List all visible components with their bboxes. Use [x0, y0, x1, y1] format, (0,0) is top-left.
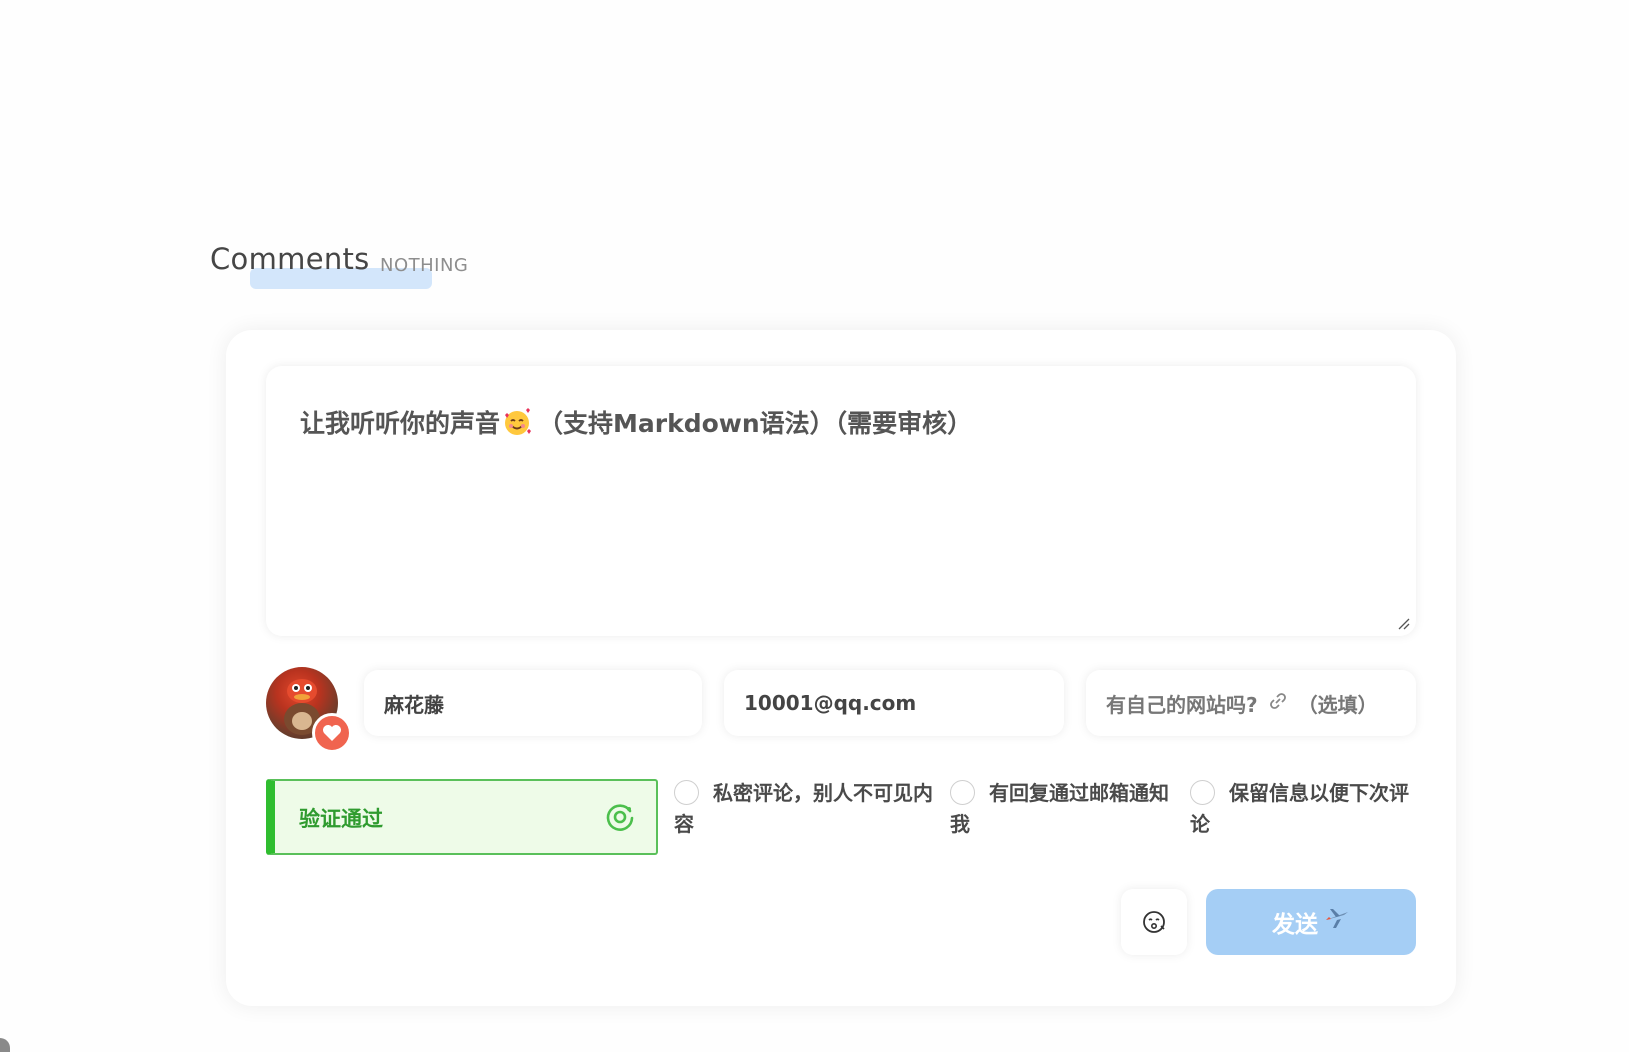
- private-comment-option[interactable]: 私密评论，别人不可见内容: [674, 778, 936, 840]
- heading-subtitle: NOTHING: [380, 255, 469, 276]
- private-comment-label: 私密评论，别人不可见内容: [674, 781, 933, 836]
- smiling-face-with-hearts-icon: [502, 407, 532, 437]
- emoji-button[interactable]: [1121, 889, 1187, 955]
- nickname-value: 麻花藤: [384, 692, 444, 717]
- placeholder-text-before: 让我听听你的声音: [300, 409, 501, 438]
- link-icon: [1268, 691, 1288, 716]
- remember-info-radio[interactable]: [1190, 780, 1215, 805]
- verification-widget[interactable]: 验证通过: [266, 779, 658, 855]
- comment-form-card: 让我听听你的声音 （支持Markdown语法）（需要审核） 麻花藤 10001@…: [226, 330, 1456, 1006]
- comment-placeholder: 让我听听你的声音 （支持Markdown语法）（需要审核）: [300, 404, 972, 440]
- email-notify-option[interactable]: 有回复通过邮箱通知我: [950, 778, 1176, 840]
- email-notify-label: 有回复通过邮箱通知我: [950, 781, 1169, 836]
- heading-title: Comments: [210, 242, 370, 276]
- send-label: 发送: [1272, 912, 1318, 938]
- resize-handle-icon[interactable]: [1396, 616, 1410, 630]
- window-corner: [0, 1038, 10, 1052]
- website-placeholder-after: （选填）: [1297, 692, 1378, 717]
- nickname-field[interactable]: 麻花藤: [364, 670, 702, 736]
- comments-heading: Comments NOTHING: [210, 242, 510, 289]
- email-field[interactable]: 10001@qq.com: [724, 670, 1064, 736]
- remember-info-label: 保留信息以便下次评论: [1190, 781, 1409, 836]
- emoji-icon: [1143, 911, 1165, 933]
- placeholder-text-after: （支持Markdown语法）（需要审核）: [538, 409, 973, 438]
- website-placeholder-before: 有自己的网站吗?: [1106, 692, 1258, 717]
- send-button[interactable]: 发送: [1206, 889, 1416, 955]
- airplane-icon: [1324, 908, 1350, 936]
- refresh-icon[interactable]: [604, 801, 636, 833]
- verification-status: 验证通过: [299, 807, 383, 831]
- private-comment-radio[interactable]: [674, 780, 699, 805]
- website-field[interactable]: 有自己的网站吗? （选填）: [1086, 670, 1416, 736]
- comment-textarea[interactable]: 让我听听你的声音 （支持Markdown语法）（需要审核）: [266, 366, 1416, 636]
- page: Comments NOTHING 让我听听你的声音 （支持Markdown语法）…: [0, 0, 1629, 1052]
- email-value: 10001@qq.com: [744, 691, 917, 715]
- user-info-row: 麻花藤 10001@qq.com 有自己的网站吗? （选填）: [266, 667, 1416, 753]
- remember-info-option[interactable]: 保留信息以便下次评论: [1190, 778, 1416, 840]
- email-notify-radio[interactable]: [950, 780, 975, 805]
- heart-icon: [312, 713, 352, 753]
